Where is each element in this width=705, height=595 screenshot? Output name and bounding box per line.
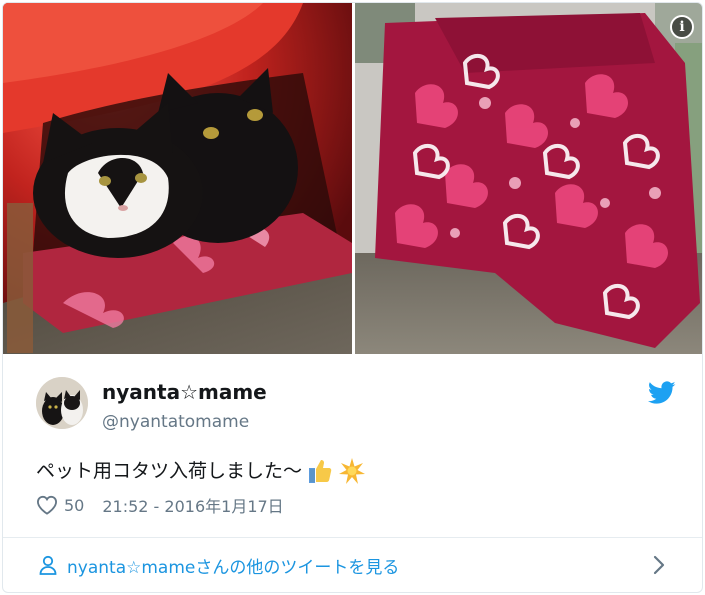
person-icon [39, 555, 57, 575]
display-name[interactable]: nyanta☆mame [102, 379, 267, 405]
avatar-graphic [36, 377, 88, 429]
tweet-media[interactable]: i [3, 3, 702, 354]
user-handle[interactable]: @nyantatomame [102, 409, 267, 435]
more-tweets-link[interactable]: nyanta☆mameさんの他のツイートを見る [3, 538, 702, 592]
more-tweets-label[interactable]: nyanta☆mameさんの他のツイートを見る [67, 553, 399, 578]
photo-cats-under-kotatsu[interactable] [3, 3, 352, 354]
cats-photo-graphic [3, 3, 352, 354]
chevron-right-icon[interactable] [652, 555, 666, 575]
avatar[interactable] [36, 377, 88, 429]
timestamp[interactable]: 21:52 - 2016年1月17日 [102, 493, 283, 517]
tweet-card: i nyanta☆mame @nyantatomame ペット用コタツ入荷しまし… [2, 2, 703, 593]
like-count[interactable]: 50 [64, 496, 84, 515]
author-names[interactable]: nyanta☆mame @nyantatomame [102, 379, 267, 435]
twitter-bird-icon[interactable] [648, 381, 676, 405]
kotatsu-photo-graphic [355, 3, 702, 354]
photo-kotatsu-quilt[interactable]: i [355, 3, 702, 354]
sparkle-icon [339, 458, 366, 484]
thumbs-up-icon [309, 460, 332, 483]
tweet-text: ペット用コタツ入荷しました～ [36, 454, 366, 488]
tweet-header: nyanta☆mame @nyantatomame [36, 377, 676, 437]
info-icon[interactable]: i [670, 15, 694, 39]
tweet-text-body: ペット用コタツ入荷しました～ [36, 460, 303, 482]
heart-icon[interactable] [36, 495, 58, 515]
tweet-meta: 50 21:52 - 2016年1月17日 [36, 492, 284, 518]
